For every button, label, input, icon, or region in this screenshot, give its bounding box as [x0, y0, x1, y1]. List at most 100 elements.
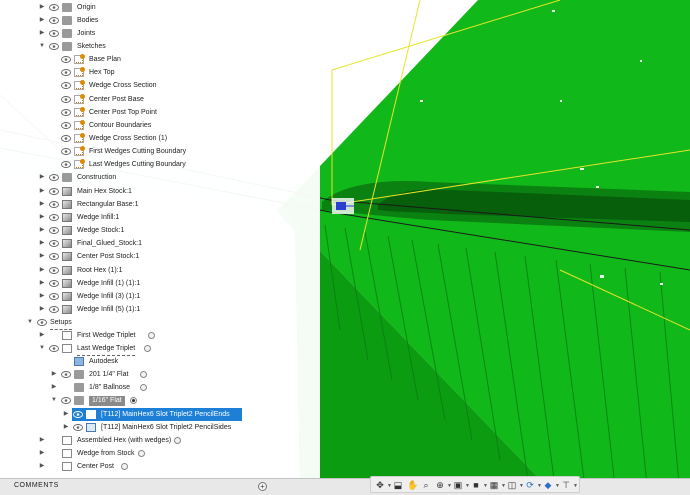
visibility-eye-icon[interactable] [49, 3, 59, 11]
browser-item-label: Root Hex (1):1 [77, 266, 123, 274]
visibility-eye-icon[interactable] [73, 410, 83, 418]
orbit-icon[interactable]: ✥ [375, 480, 385, 490]
expand-arrow-icon[interactable]: ▶ [38, 171, 46, 184]
expand-arrow-icon[interactable]: ▶ [38, 237, 46, 250]
dropdown-caret-icon[interactable]: ▼ [501, 481, 506, 491]
collapse-arrow-icon[interactable]: ▼ [38, 342, 46, 355]
collapse-arrow-icon[interactable]: ▼ [50, 394, 58, 407]
visibility-eye-icon[interactable] [49, 174, 59, 182]
browser-item-label: Assembled Hex (with wedges) [77, 436, 172, 444]
look-at-icon[interactable]: ⬓ [393, 480, 403, 490]
visibility-eye-icon[interactable] [61, 108, 71, 116]
viewports-icon[interactable]: ◫ [507, 480, 517, 490]
visibility-eye-icon[interactable] [49, 227, 59, 234]
visibility-eye-icon[interactable] [61, 95, 71, 103]
comments-panel[interactable]: COMMENTS + [0, 478, 690, 495]
folder-icon [62, 173, 72, 183]
expand-arrow-icon[interactable]: ▶ [38, 329, 46, 342]
expand-arrow-icon[interactable]: ▶ [38, 447, 46, 460]
visibility-eye-icon[interactable] [49, 42, 59, 50]
expand-arrow-icon[interactable]: ▶ [50, 368, 58, 381]
visibility-eye-icon[interactable] [61, 148, 71, 156]
visibility-eye-icon[interactable] [49, 187, 59, 195]
body-icon [62, 291, 72, 301]
visibility-eye-icon[interactable] [61, 82, 71, 90]
expand-arrow-icon[interactable]: ▶ [38, 277, 46, 290]
environment-icon[interactable]: ⟳ [525, 480, 535, 490]
stock-icon [74, 356, 84, 366]
zoom-icon[interactable]: ⌕ [421, 480, 431, 490]
dropdown-caret-icon[interactable]: ▼ [573, 481, 578, 491]
pan-icon[interactable]: ✋ [407, 480, 418, 490]
browser-panel: ▶ Origin ▶ Bodies ▶ Joints ▼ Sketches Base Plan H… [0, 0, 320, 478]
visibility-eye-icon[interactable] [49, 292, 59, 300]
visibility-eye-icon[interactable] [61, 121, 71, 129]
expand-arrow-icon[interactable]: ▶ [38, 198, 46, 211]
expand-arrow-icon[interactable]: ▶ [38, 14, 46, 27]
dropdown-caret-icon[interactable]: ▼ [537, 481, 542, 491]
expand-arrow-icon[interactable]: ▶ [38, 224, 46, 237]
collapse-arrow-icon[interactable]: ▼ [38, 40, 46, 53]
visibility-eye-icon[interactable] [49, 305, 59, 313]
visibility-eye-icon[interactable] [61, 371, 71, 379]
fit-icon[interactable]: ⊕ [435, 480, 445, 490]
body-icon [62, 239, 72, 249]
dropdown-caret-icon[interactable]: ▼ [555, 481, 560, 491]
visibility-eye-icon[interactable] [49, 344, 59, 352]
setup-activate-radio[interactable] [138, 450, 145, 457]
visibility-eye-icon[interactable] [49, 200, 59, 208]
setup-activate-radio[interactable] [144, 344, 151, 352]
expand-arrow-icon[interactable]: ▶ [38, 460, 46, 473]
visibility-eye-icon[interactable] [61, 69, 71, 77]
browser-item-label: Wedge Stock:1 [77, 227, 125, 235]
browser-item-label: Center Post [77, 463, 114, 471]
visual-style-icon[interactable]: ■ [471, 480, 481, 490]
visibility-eye-icon[interactable] [49, 253, 59, 261]
expand-arrow-icon[interactable]: ▶ [38, 434, 46, 447]
grid-icon[interactable]: ▦ [489, 480, 499, 490]
expand-arrow-icon[interactable]: ▶ [38, 211, 46, 224]
dropdown-caret-icon[interactable]: ▼ [465, 481, 470, 491]
visibility-eye-icon[interactable] [61, 161, 71, 169]
expand-arrow-icon[interactable]: ▶ [50, 381, 58, 394]
effects-icon[interactable]: ◆ [543, 480, 553, 490]
expand-arrow-icon[interactable]: ▶ [38, 290, 46, 303]
add-comment-icon[interactable]: + [258, 482, 267, 491]
expand-arrow-icon[interactable]: ▶ [62, 408, 70, 421]
dropdown-caret-icon[interactable]: ▼ [483, 481, 488, 491]
browser-item-label: Wedge from Stock [77, 450, 135, 457]
expand-arrow-icon[interactable]: ▶ [38, 303, 46, 316]
expand-arrow-icon[interactable]: ▶ [38, 27, 46, 40]
dropdown-caret-icon[interactable]: ▼ [387, 481, 392, 491]
body-icon [62, 186, 72, 196]
visibility-eye-icon[interactable] [73, 423, 83, 431]
visibility-eye-icon[interactable] [49, 266, 59, 274]
dropdown-caret-icon[interactable]: ▼ [519, 481, 524, 491]
measure-icon[interactable]: ⊤ [561, 480, 571, 490]
toolpath-icon [86, 409, 96, 419]
visibility-eye-icon[interactable] [61, 56, 71, 64]
setup-activate-radio[interactable] [174, 436, 181, 444]
display-style-icon[interactable]: ▣ [453, 480, 463, 490]
visibility-eye-icon[interactable] [49, 29, 59, 37]
collapse-arrow-icon[interactable]: ▼ [26, 316, 34, 329]
visibility-eye-icon[interactable] [49, 279, 59, 287]
expand-arrow-icon[interactable]: ▶ [62, 421, 70, 434]
browser-item-label: Construction [77, 174, 117, 182]
expand-arrow-icon[interactable]: ▶ [38, 264, 46, 277]
visibility-eye-icon[interactable] [49, 16, 59, 24]
expand-arrow-icon[interactable]: ▶ [38, 185, 46, 198]
folder-icon [62, 41, 72, 51]
expand-arrow-icon[interactable]: ▶ [38, 1, 46, 14]
visibility-eye-icon[interactable] [49, 240, 59, 248]
dropdown-caret-icon[interactable]: ▼ [447, 481, 452, 491]
toolpath-icon [86, 422, 96, 432]
visibility-eye-icon[interactable] [61, 135, 71, 142]
visibility-eye-icon[interactable] [49, 213, 59, 221]
visibility-eye-icon[interactable] [61, 397, 71, 405]
setup-icon [62, 330, 72, 340]
visibility-eye-icon[interactable] [37, 318, 47, 326]
browser-item[interactable] [36, 316, 320, 329]
setup-activate-radio[interactable] [148, 331, 155, 339]
expand-arrow-icon[interactable]: ▶ [38, 250, 46, 263]
